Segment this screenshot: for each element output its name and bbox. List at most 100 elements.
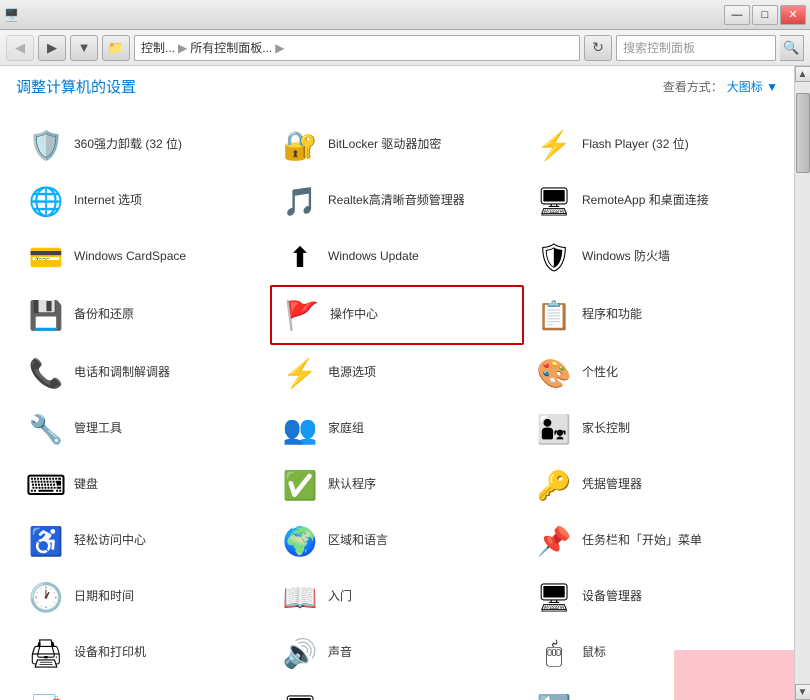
address-bar: ◀ ▶ ▼ 📁 控制... ▶ 所有控制面板... ▶ ↻ 搜索控制面板 🔍 (0, 30, 810, 66)
control-item-easyaccess[interactable]: ♿ 轻松访问中心 (16, 513, 270, 569)
item-label-credentials: 凭据管理器 (582, 477, 642, 493)
dropdown-button[interactable]: ▼ (70, 35, 98, 61)
item-label-homegroup: 家庭组 (328, 421, 364, 437)
back-button[interactable]: ◀ (6, 35, 34, 61)
control-item-getstarted[interactable]: 📖 入门 (270, 569, 524, 625)
main-area: 调整计算机的设置 查看方式： 大图标 ▼ 🛡️ 360强力卸载 (32 位) 🔐… (0, 66, 810, 700)
control-item-datetime[interactable]: 🕐 日期和时间 (16, 569, 270, 625)
item-icon-admintools: 🔧 (26, 409, 66, 449)
item-label-datetime: 日期和时间 (74, 589, 134, 605)
item-label-bitlocker: BitLocker 驱动器加密 (328, 137, 441, 153)
search-button[interactable]: 🔍 (780, 35, 804, 61)
control-item-devices[interactable]: 🖨 设备和打印机 (16, 625, 270, 681)
item-icon-personalize: 🎨 (534, 353, 574, 393)
view-by-value[interactable]: 大图标 ▼ (727, 78, 778, 95)
control-item-360[interactable]: 🛡️ 360强力卸载 (32 位) (16, 117, 270, 173)
breadcrumb[interactable]: 控制... ▶ 所有控制面板... ▶ (134, 35, 580, 61)
item-icon-devicemanager: 🖥 (534, 577, 574, 617)
control-item-keyboard[interactable]: ⌨ 键盘 (16, 457, 270, 513)
control-item-defaultprograms[interactable]: ✅ 默认程序 (270, 457, 524, 513)
item-icon-region: 🌍 (280, 521, 320, 561)
control-item-windowsupdate[interactable]: ⬆ Windows Update (270, 229, 524, 285)
item-icon-keyboard: ⌨ (26, 465, 66, 505)
control-item-power[interactable]: ⚡ 电源选项 (270, 345, 524, 401)
breadcrumb-sep2: ▶ (275, 41, 284, 55)
item-icon-realtek: 🎵 (280, 181, 320, 221)
item-icon-synccenter: 🔄 (534, 689, 574, 700)
item-label-flashplayer: Flash Player (32 位) (582, 137, 689, 153)
control-item-taskbar[interactable]: 📌 任务栏和「开始」菜单 (524, 513, 778, 569)
item-label-easyaccess: 轻松访问中心 (74, 533, 146, 549)
item-label-360: 360强力卸载 (32 位) (74, 137, 182, 153)
item-label-actioncenter: 操作中心 (330, 307, 378, 323)
item-icon-datetime: 🕐 (26, 577, 66, 617)
item-label-programs: 程序和功能 (582, 307, 642, 323)
item-icon-parentalcontrol: 👨‍👧 (534, 409, 574, 449)
window-icon: 🖥️ (4, 8, 19, 22)
scrollbar[interactable]: ▲ ▼ (794, 66, 810, 700)
breadcrumb-part1: 控制... (141, 39, 175, 56)
control-item-admintools[interactable]: 🔧 管理工具 (16, 401, 270, 457)
view-by: 查看方式： 大图标 ▼ (663, 78, 778, 95)
item-label-defaultprograms: 默认程序 (328, 477, 376, 493)
forward-button[interactable]: ▶ (38, 35, 66, 61)
item-icon-taskbar: 📌 (534, 521, 574, 561)
control-item-sound[interactable]: 🔊 声音 (270, 625, 524, 681)
content-header: 调整计算机的设置 查看方式： 大图标 ▼ (16, 76, 778, 103)
item-icon-mouse: 🖱 (534, 633, 574, 673)
control-item-personalize[interactable]: 🎨 个性化 (524, 345, 778, 401)
pink-overlay (674, 650, 794, 700)
item-label-realtek: Realtek高清晰音频管理器 (328, 193, 465, 209)
close-button[interactable]: ✕ (780, 5, 806, 25)
control-item-programs[interactable]: 📋 程序和功能 (524, 285, 778, 345)
control-item-backup[interactable]: 💾 备份和还原 (16, 285, 270, 345)
scroll-track[interactable] (795, 82, 810, 684)
item-icon-phone: 📞 (26, 353, 66, 393)
item-icon-bitlocker: 🔐 (280, 125, 320, 165)
control-item-flashplayer[interactable]: ⚡ Flash Player (32 位) (524, 117, 778, 173)
item-label-region: 区域和语言 (328, 533, 388, 549)
control-item-phone[interactable]: 📞 电话和调制解调器 (16, 345, 270, 401)
item-icon-360: 🛡️ (26, 125, 66, 165)
item-label-keyboard: 键盘 (74, 477, 98, 493)
control-item-cardspace[interactable]: 💳 Windows CardSpace (16, 229, 270, 285)
breadcrumb-part2: 所有控制面板... (190, 39, 272, 56)
control-item-indexoptions[interactable]: 📑 索引选项 (16, 681, 270, 700)
item-label-backup: 备份和还原 (74, 307, 134, 323)
control-item-notifyicons[interactable]: 🖥 通知区域图标 (270, 681, 524, 700)
control-item-homegroup[interactable]: 👥 家庭组 (270, 401, 524, 457)
item-label-cardspace: Windows CardSpace (74, 249, 186, 265)
control-item-devicemanager[interactable]: 🖥 设备管理器 (524, 569, 778, 625)
control-item-credentials[interactable]: 🔑 凭据管理器 (524, 457, 778, 513)
item-icon-defaultprograms: ✅ (280, 465, 320, 505)
item-label-admintools: 管理工具 (74, 421, 122, 437)
control-item-region[interactable]: 🌍 区域和语言 (270, 513, 524, 569)
scroll-thumb[interactable] (796, 93, 810, 173)
minimize-button[interactable]: — (724, 5, 750, 25)
item-label-remoteapp: RemoteApp 和桌面连接 (582, 193, 709, 209)
search-input[interactable]: 搜索控制面板 (616, 35, 776, 61)
item-icon-indexoptions: 📑 (26, 689, 66, 700)
refresh-button[interactable]: ↻ (584, 35, 612, 61)
control-item-actioncenter[interactable]: 🚩 操作中心 (270, 285, 524, 345)
item-icon-notifyicons: 🖥 (280, 689, 320, 700)
scroll-down-arrow[interactable]: ▼ (795, 684, 810, 700)
item-icon-easyaccess: ♿ (26, 521, 66, 561)
scroll-up-arrow[interactable]: ▲ (795, 66, 810, 82)
item-label-mouse: 鼠标 (582, 645, 606, 661)
item-icon-backup: 💾 (26, 295, 66, 335)
control-item-parentalcontrol[interactable]: 👨‍👧 家长控制 (524, 401, 778, 457)
item-icon-getstarted: 📖 (280, 577, 320, 617)
control-item-remoteapp[interactable]: 🖥 RemoteApp 和桌面连接 (524, 173, 778, 229)
item-label-getstarted: 入门 (328, 589, 352, 605)
item-icon-power: ⚡ (280, 353, 320, 393)
item-label-power: 电源选项 (328, 365, 376, 381)
control-item-realtek[interactable]: 🎵 Realtek高清晰音频管理器 (270, 173, 524, 229)
item-icon-actioncenter: 🚩 (282, 295, 322, 335)
control-item-firewall[interactable]: 🛡 Windows 防火墙 (524, 229, 778, 285)
folder-icon: 📁 (102, 35, 130, 61)
control-item-internet[interactable]: 🌐 Internet 选项 (16, 173, 270, 229)
control-item-bitlocker[interactable]: 🔐 BitLocker 驱动器加密 (270, 117, 524, 173)
item-icon-programs: 📋 (534, 295, 574, 335)
restore-button[interactable]: □ (752, 5, 778, 25)
